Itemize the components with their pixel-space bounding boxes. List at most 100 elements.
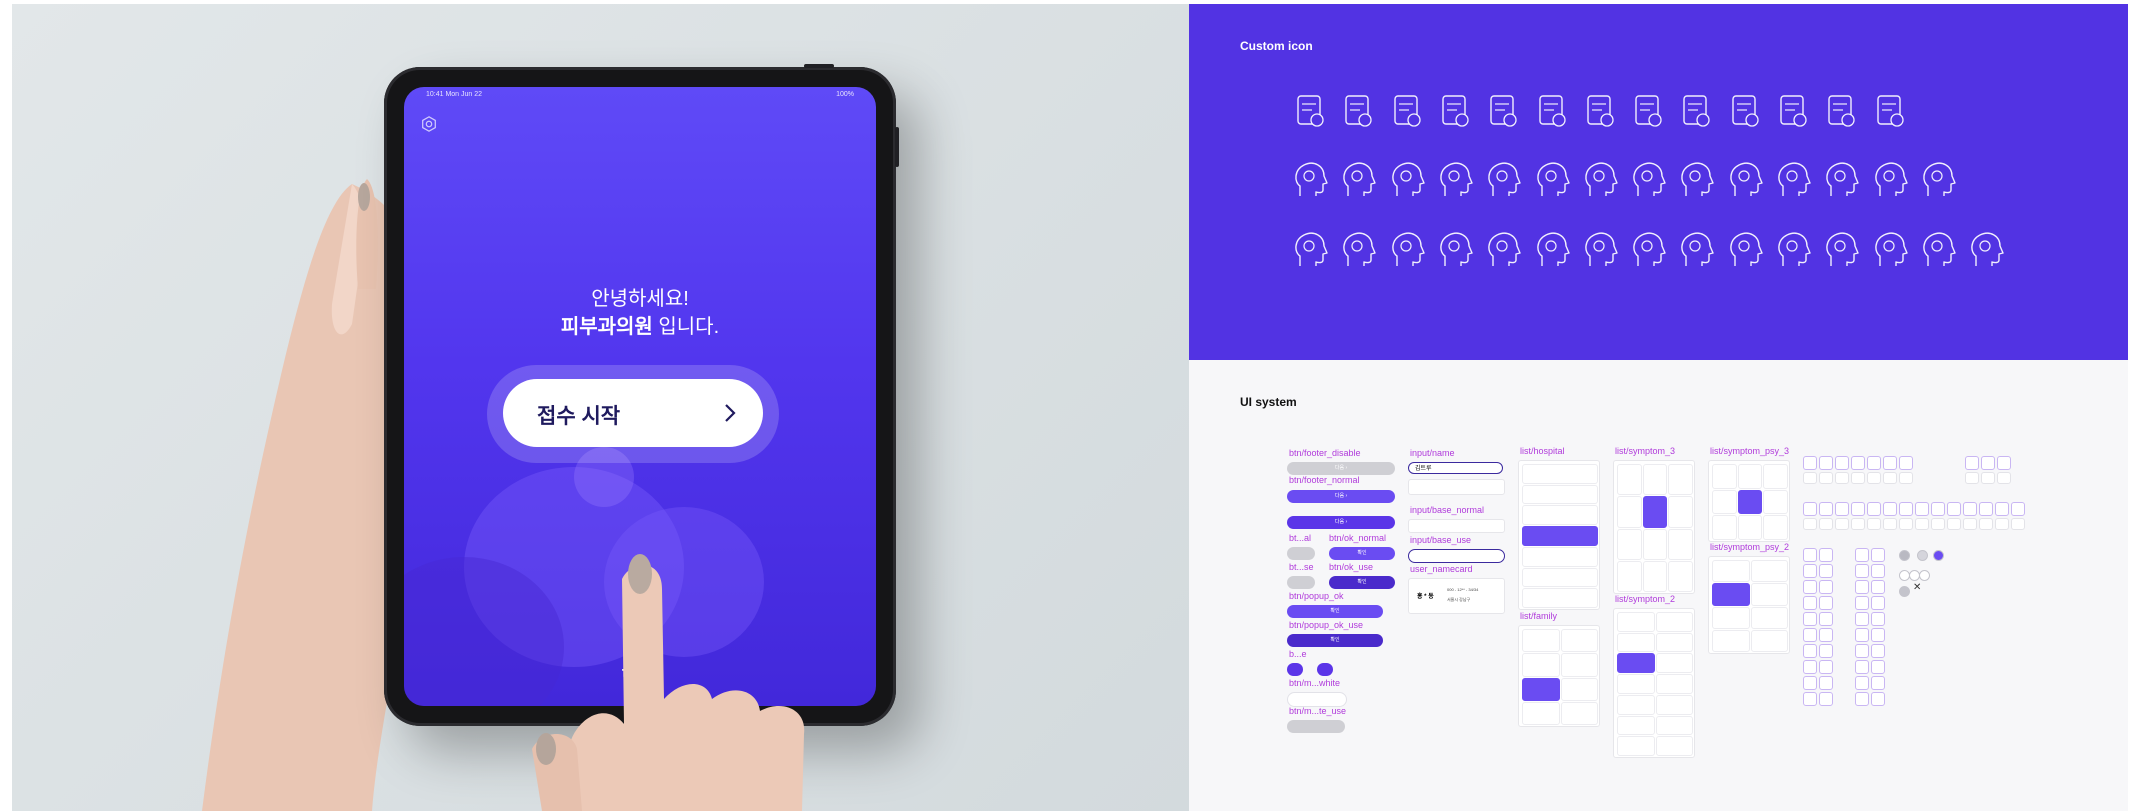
close-icon: ✕	[1913, 582, 1922, 593]
tablet-top-button	[804, 64, 834, 68]
list-item[interactable]	[1655, 694, 1693, 715]
list-item[interactable]	[1655, 612, 1693, 632]
list-item[interactable]	[1712, 583, 1750, 606]
list-item[interactable]	[1655, 632, 1693, 653]
list-item[interactable]	[1522, 629, 1560, 653]
tablet-mockup-photo: 10:41 Mon Jun 22 100% 안녕하세요! 피부과의원 입니다. …	[12, 4, 1189, 811]
component-slot	[1965, 472, 1979, 484]
list-item[interactable]	[1617, 560, 1642, 592]
m-use-button[interactable]	[1287, 720, 1345, 733]
list-item[interactable]	[1560, 701, 1598, 725]
list-item[interactable]	[1617, 612, 1655, 632]
component-slot	[1979, 518, 1993, 530]
list-item[interactable]	[1668, 496, 1693, 528]
tiny-button-2[interactable]	[1317, 663, 1333, 676]
list-item[interactable]	[1617, 528, 1642, 560]
list-item[interactable]	[1750, 583, 1788, 606]
component-icon	[1867, 456, 1881, 470]
list-item[interactable]	[1522, 653, 1560, 677]
list-item[interactable]	[1522, 526, 1598, 546]
stomach-icon	[1585, 162, 1618, 196]
ui-system-panel: UI system btn/footer_disable 다음 › btn/fo…	[1189, 360, 2128, 811]
list-item[interactable]	[1522, 546, 1598, 567]
component-icon	[1871, 596, 1885, 610]
list-item[interactable]	[1617, 653, 1655, 674]
laptop-medical-icon	[1345, 95, 1372, 127]
list-item[interactable]	[1560, 629, 1598, 653]
component-icon	[1855, 596, 1869, 610]
list-item[interactable]	[1642, 496, 1668, 528]
component-icon	[1819, 644, 1833, 658]
joint-icon	[1633, 162, 1666, 196]
list-item[interactable]	[1763, 515, 1788, 540]
list-item[interactable]	[1522, 464, 1598, 484]
list-item[interactable]	[1737, 464, 1763, 489]
list-item[interactable]	[1617, 464, 1642, 496]
list-item[interactable]	[1522, 484, 1598, 505]
list-item[interactable]	[1712, 606, 1750, 629]
list-item[interactable]	[1668, 464, 1693, 496]
list-item[interactable]	[1560, 677, 1598, 701]
list-item[interactable]	[1712, 629, 1750, 652]
base-normal-input[interactable]	[1408, 519, 1505, 533]
m-white-button[interactable]	[1287, 692, 1347, 707]
body-back-icon	[1681, 162, 1715, 196]
footer-normal-button[interactable]: 다음 ›	[1287, 490, 1395, 503]
list-item[interactable]	[1655, 736, 1693, 756]
date-input[interactable]	[1408, 479, 1505, 495]
list-item[interactable]	[1617, 694, 1655, 715]
list-item[interactable]	[1642, 464, 1668, 496]
base-use-input[interactable]	[1408, 549, 1505, 563]
list-item[interactable]	[1642, 560, 1668, 592]
list-item[interactable]	[1560, 653, 1598, 677]
chevron-right-icon	[725, 404, 736, 422]
list-item[interactable]	[1655, 674, 1693, 694]
list-item[interactable]	[1522, 505, 1598, 526]
list-item[interactable]	[1617, 736, 1655, 756]
head-throat-icon	[1295, 162, 1328, 196]
list-item[interactable]	[1668, 528, 1693, 560]
list-item[interactable]	[1712, 515, 1737, 540]
list-item[interactable]	[1655, 653, 1693, 674]
popup-ok-use-button[interactable]: 확인	[1287, 634, 1383, 647]
list-item[interactable]	[1712, 464, 1737, 489]
list-item[interactable]	[1522, 701, 1560, 725]
list-item[interactable]	[1763, 489, 1788, 515]
start-reception-button[interactable]: 접수 시작	[503, 379, 763, 447]
ok-normal-button[interactable]: 확인	[1329, 547, 1395, 560]
footer-use-button[interactable]: 다음 ›	[1287, 516, 1395, 529]
gear-icon[interactable]	[420, 115, 438, 133]
head-adhd-icon	[1440, 232, 1473, 266]
list-item[interactable]	[1737, 515, 1763, 540]
list-item[interactable]	[1522, 588, 1598, 608]
list-item[interactable]	[1712, 489, 1737, 515]
list-item[interactable]	[1712, 560, 1750, 583]
list-item[interactable]	[1750, 560, 1788, 583]
list-item[interactable]	[1642, 528, 1668, 560]
tiny-button-1[interactable]	[1287, 663, 1303, 676]
list-item[interactable]	[1763, 464, 1788, 489]
status-bar: 10:41 Mon Jun 22 100%	[404, 87, 876, 103]
footer-disable-button: 다음 ›	[1287, 462, 1395, 475]
ok-use-button[interactable]: 확인	[1329, 576, 1395, 589]
component-icon	[1871, 580, 1885, 594]
list-item[interactable]	[1655, 715, 1693, 736]
list-item[interactable]	[1522, 567, 1598, 588]
name-input[interactable]: 김트루	[1408, 462, 1503, 474]
list-item[interactable]	[1617, 632, 1655, 653]
component-icon	[1835, 456, 1849, 470]
custom-icon-title: Custom icon	[1240, 39, 1313, 53]
list-item[interactable]	[1668, 560, 1693, 592]
toggle-control	[1917, 550, 1928, 561]
list-item[interactable]	[1617, 496, 1642, 528]
list-item[interactable]	[1750, 606, 1788, 629]
popup-ok-button[interactable]: 확인	[1287, 605, 1383, 618]
component-slot	[1899, 472, 1913, 484]
list-item[interactable]	[1522, 677, 1560, 701]
label-user-namecard: user_namecard	[1410, 564, 1473, 574]
list-item[interactable]	[1737, 489, 1763, 515]
list-item[interactable]	[1617, 715, 1655, 736]
list-item[interactable]	[1617, 674, 1655, 694]
component-icon	[1855, 580, 1869, 594]
list-item[interactable]	[1750, 629, 1788, 652]
